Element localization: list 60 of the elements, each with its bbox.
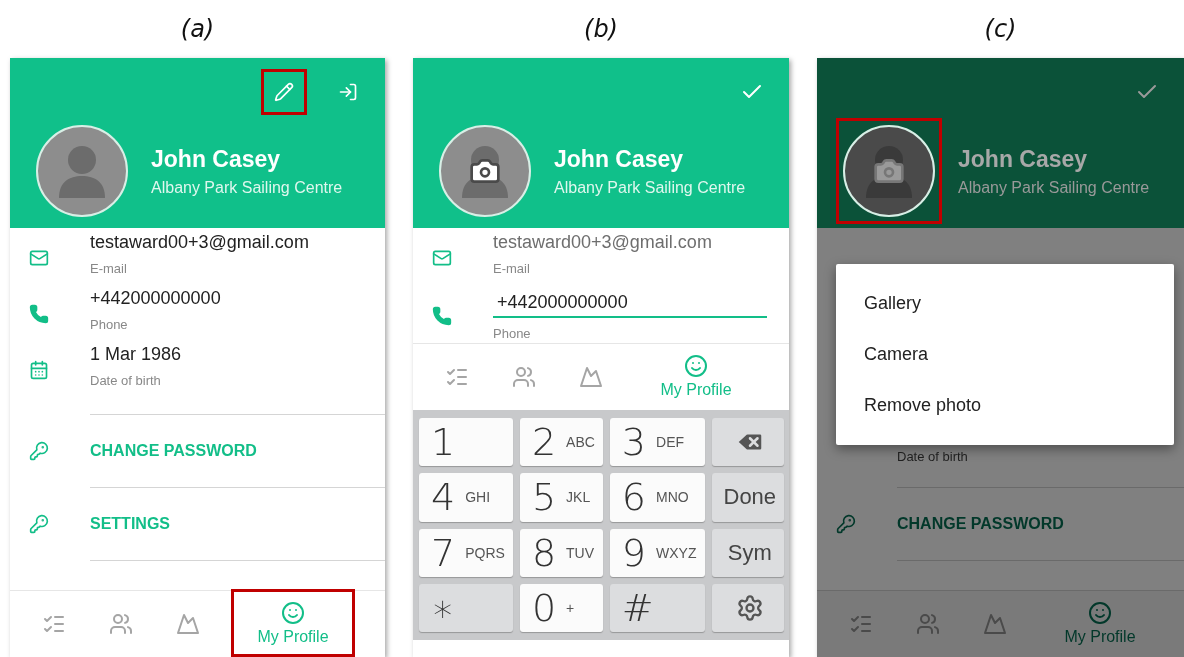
field-label: Date of birth [897, 449, 969, 464]
field-label: Phone [90, 317, 129, 332]
profile-name: John Casey [958, 145, 1089, 173]
mail-icon [432, 248, 452, 268]
profile-organization: Albany Park Sailing Centre [151, 178, 343, 197]
key-icon [29, 514, 49, 534]
phone-input[interactable]: +442000000000 [493, 290, 767, 318]
mountain-icon [578, 365, 603, 389]
mountain-icon [982, 612, 1007, 636]
profile-name: John Casey [151, 145, 282, 173]
pencil-icon [274, 82, 294, 102]
mountain-icon [175, 612, 200, 636]
keyboard-key[interactable]: 8 TUV [519, 528, 603, 577]
keyboard-key[interactable]: 2 ABC [519, 418, 603, 467]
keyboard-key[interactable]: 6 MNO [609, 473, 705, 522]
keyboard-key[interactable]: 7 PQRS [419, 528, 513, 577]
panel-caption: (b) [583, 14, 619, 45]
field-value: testaward00+3@gmail.com [90, 232, 310, 253]
settings-key[interactable] [711, 583, 785, 632]
people-icon [511, 365, 536, 389]
phone-icon [432, 306, 452, 326]
calendar-icon [29, 360, 49, 380]
profile-organization: Albany Park Sailing Centre [554, 178, 746, 197]
profile-name: John Casey [554, 145, 685, 173]
keyboard-key[interactable]: # [609, 583, 705, 632]
exit-icon [338, 82, 358, 102]
backspace-key[interactable] [711, 418, 785, 467]
keyboard-key[interactable]: ∗ [419, 583, 513, 632]
keyboard-key[interactable]: 4 GHI [419, 473, 513, 522]
panel-caption: (a) [179, 14, 216, 45]
face-icon [281, 600, 305, 625]
keyboard-key[interactable]: 9 WXYZ [609, 528, 705, 577]
key-icon [29, 441, 49, 461]
field-label: E-mail [90, 261, 128, 276]
mail-icon [29, 248, 49, 268]
field-label: Date of birth [90, 373, 162, 388]
keyboard-key[interactable]: Done [711, 473, 785, 522]
field-value: testaward00+3@gmail.com [493, 232, 713, 253]
people-icon [915, 612, 940, 636]
phone-icon [29, 304, 49, 324]
keyboard-key[interactable]: 1 [419, 418, 513, 467]
field-label: Phone [493, 326, 532, 341]
face-icon [684, 353, 708, 378]
profile-organization: Albany Park Sailing Centre [958, 178, 1150, 197]
field-label: E-mail [493, 261, 531, 276]
settings-icon [735, 593, 764, 622]
field-value: 1 Mar 1986 [90, 344, 183, 365]
dialog-option[interactable]: Remove photo [836, 380, 1174, 431]
face-icon [1088, 600, 1112, 625]
person-silhouette-icon [57, 144, 107, 198]
keyboard-key[interactable]: 5 JKL [519, 473, 603, 522]
keyboard-key[interactable]: Sym [711, 528, 785, 577]
keyboard-key[interactable]: 3 DEF [609, 418, 705, 467]
key-icon [836, 514, 856, 534]
keyboard-key[interactable]: 0 + [519, 583, 603, 632]
field-value: +442000000000 [90, 288, 222, 309]
dialog-option[interactable]: Camera [836, 329, 1174, 380]
dialog-option[interactable]: Gallery [836, 278, 1174, 329]
panel-caption: (c) [983, 14, 1018, 45]
people-icon [108, 612, 133, 636]
